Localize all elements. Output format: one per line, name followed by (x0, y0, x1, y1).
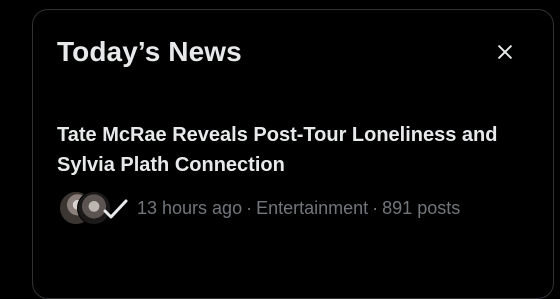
separator: · (246, 198, 253, 218)
close-button[interactable] (489, 36, 521, 68)
news-story[interactable]: Tate McRae Reveals Post-Tour Loneliness … (57, 120, 527, 180)
checkmark-icon (103, 199, 128, 219)
card-title: Today’s News (57, 36, 242, 67)
story-meta-text: 13 hours ago · Entertainment · 891 posts (137, 191, 460, 225)
avatar-group (57, 191, 129, 225)
separator: · (372, 198, 379, 218)
story-time: 13 hours ago (137, 198, 243, 218)
story-meta: 13 hours ago · Entertainment · 891 posts (57, 191, 460, 225)
story-post-count: 891 posts (382, 198, 461, 218)
story-headline[interactable]: Tate McRae Reveals Post-Tour Loneliness … (57, 120, 527, 180)
todays-news-card: Today’s News Tate McRae Reveals Post-Tou… (32, 9, 554, 299)
close-icon (498, 45, 512, 59)
story-category: Entertainment (256, 198, 369, 218)
